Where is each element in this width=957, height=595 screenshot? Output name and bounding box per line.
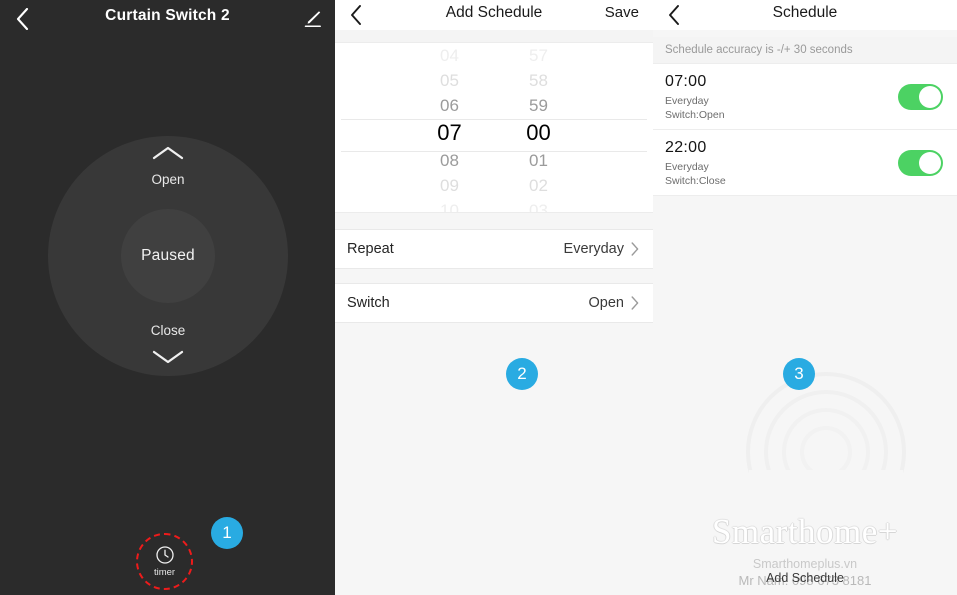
screenshot-root: Curtain Switch 2 Open Paused Close timer… (0, 0, 957, 595)
curtain-dial[interactable]: Open Paused Close (48, 136, 288, 376)
picker-cell[interactable]: 02 (508, 173, 570, 198)
accuracy-note: Schedule accuracy is -/+ 30 seconds (653, 37, 957, 64)
row-switch-label: Switch (347, 295, 390, 311)
picker-cell[interactable]: 04 (419, 43, 481, 68)
page-title: Schedule (772, 4, 838, 21)
dial-open-label[interactable]: Open (48, 172, 288, 187)
pencil-icon[interactable] (301, 7, 323, 29)
panel-schedule-list: Schedule Schedule accuracy is -/+ 30 sec… (653, 0, 957, 595)
row-repeat-label: Repeat (347, 241, 394, 257)
list-item[interactable]: 22:00 Everyday Switch:Close (653, 130, 957, 196)
picker-cell[interactable]: 09 (419, 173, 481, 198)
divider (335, 268, 653, 269)
picker-selection-line-top (341, 119, 647, 120)
timer-button[interactable]: timer (136, 533, 193, 590)
dial-close-label[interactable]: Close (48, 323, 288, 338)
picker-cell[interactable]: 10 (419, 198, 481, 213)
picker-columns: 04 05 06 07 08 09 10 57 58 59 00 01 02 0… (335, 43, 653, 213)
picker-bottom-rule (335, 212, 653, 213)
page-title: Curtain Switch 2 (105, 7, 230, 24)
row-repeat[interactable]: Repeat Everyday (335, 230, 653, 268)
schedule-list: 07:00 Everyday Switch:Open 22:00 Everyda… (653, 64, 957, 196)
picker-cell[interactable]: 59 (508, 93, 570, 118)
picker-selection-line-bottom (341, 151, 647, 152)
panel1-header: Curtain Switch 2 (0, 0, 335, 37)
dial-state-label: Paused (141, 247, 195, 264)
dial-center-button[interactable]: Paused (121, 209, 215, 303)
schedule-switch: Switch:Open (665, 109, 725, 121)
timer-label: timer (153, 567, 176, 578)
panel2-header: Add Schedule Save (335, 0, 653, 30)
list-item[interactable]: 07:00 Everyday Switch:Open (653, 64, 957, 130)
chevron-up-icon[interactable] (151, 144, 185, 162)
picker-cell[interactable]: 58 (508, 68, 570, 93)
step-badge-3: 3 (783, 358, 815, 390)
panel-device-control: Curtain Switch 2 Open Paused Close timer… (0, 0, 335, 595)
chevron-right-icon (631, 242, 639, 256)
chevron-right-icon (631, 296, 639, 310)
step-badge-2: 2 (506, 358, 538, 390)
hour-column[interactable]: 04 05 06 07 08 09 10 (419, 43, 481, 213)
toggle-knob (919, 152, 941, 174)
picker-cell[interactable]: 03 (508, 198, 570, 213)
add-schedule-button[interactable]: Add Schedule (653, 571, 957, 585)
panel3-header: Schedule (653, 0, 957, 30)
step-badge-1: 1 (211, 517, 243, 549)
picker-cell[interactable]: 05 (419, 68, 481, 93)
panel-add-schedule: Add Schedule Save 04 05 06 07 08 09 10 5… (335, 0, 653, 595)
divider (335, 322, 653, 323)
chevron-down-icon[interactable] (151, 348, 185, 366)
panel2-top-strip (335, 30, 653, 43)
picker-cell-selected-hour[interactable]: 07 (419, 118, 481, 148)
picker-cell-selected-minute[interactable]: 00 (508, 118, 570, 148)
schedule-switch: Switch:Close (665, 175, 726, 187)
schedule-toggle[interactable] (898, 150, 943, 176)
save-button[interactable]: Save (605, 4, 639, 21)
picker-cell[interactable]: 06 (419, 93, 481, 118)
row-switch-value: Open (588, 295, 624, 311)
row-repeat-value: Everyday (563, 241, 624, 257)
picker-cell[interactable]: 57 (508, 43, 570, 68)
toggle-knob (919, 86, 941, 108)
minute-column[interactable]: 57 58 59 00 01 02 03 (508, 43, 570, 213)
clock-icon (155, 546, 174, 564)
schedule-toggle[interactable] (898, 84, 943, 110)
row-switch[interactable]: Switch Open (335, 284, 653, 322)
time-picker[interactable]: 04 05 06 07 08 09 10 57 58 59 00 01 02 0… (335, 43, 653, 213)
